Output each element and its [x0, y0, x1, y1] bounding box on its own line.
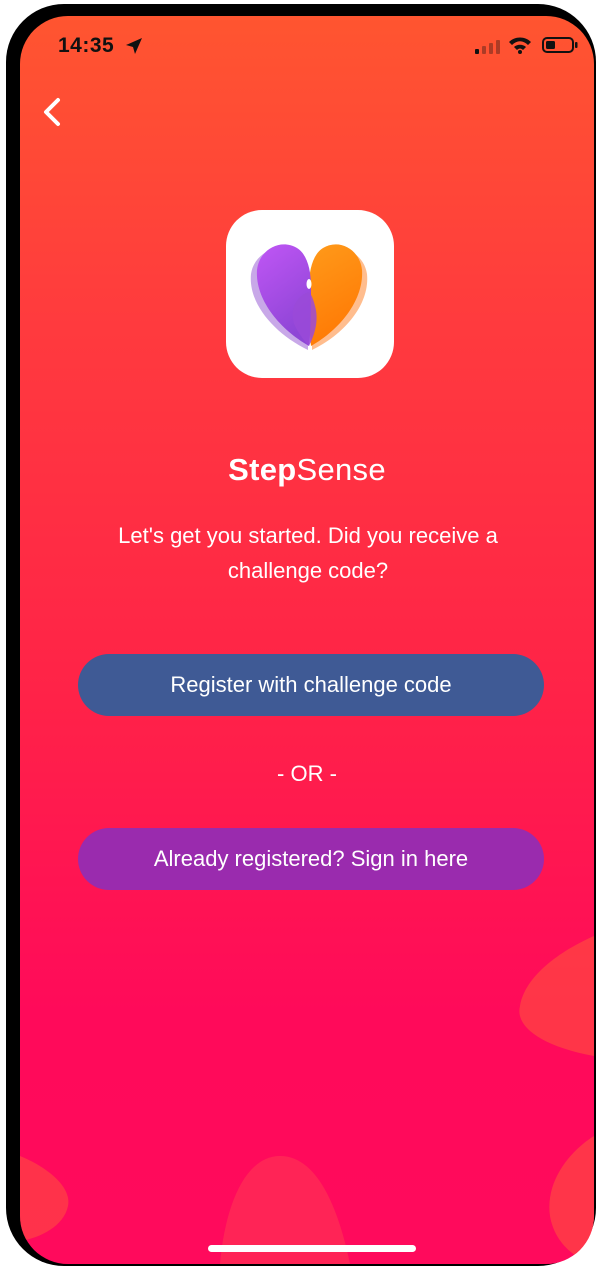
decor-blob-right-upper	[519, 936, 594, 1056]
cellular-signal-icon	[475, 40, 500, 54]
intro-text: Let's get you started. Did you receive a…	[118, 523, 498, 583]
register-with-code-button[interactable]: Register with challenge code	[78, 654, 544, 716]
app-screen: 14:35 StepSense Let's get you started. D…	[20, 16, 594, 1264]
background-decoration	[20, 936, 594, 1264]
battery-icon	[542, 37, 578, 53]
chevron-left-icon	[44, 98, 60, 126]
sign-in-button[interactable]: Already registered? Sign in here	[78, 828, 544, 890]
wifi-icon	[509, 37, 531, 54]
brand-name-bold: Step	[228, 452, 297, 487]
decor-blob-right-lower	[549, 1136, 594, 1264]
decor-blob-left	[20, 1156, 69, 1241]
phone-frame: 14:35 StepSense Let's get you started. D…	[6, 4, 596, 1266]
back-button[interactable]	[34, 94, 70, 130]
status-bar: 14:35	[20, 16, 594, 76]
location-arrow-icon	[126, 38, 142, 54]
home-indicator[interactable]	[208, 1245, 416, 1252]
brand-name: StepSense	[20, 452, 594, 488]
brand-name-light: Sense	[296, 452, 386, 487]
app-logo	[226, 210, 394, 378]
heart-logo-icon	[250, 244, 368, 350]
or-divider: - OR -	[277, 761, 337, 786]
status-time: 14:35	[58, 34, 115, 57]
